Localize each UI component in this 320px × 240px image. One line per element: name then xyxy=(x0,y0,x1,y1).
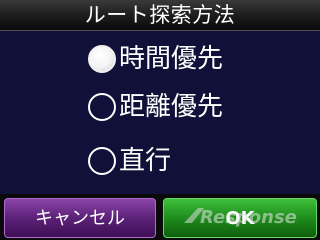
radio-unselected-icon[interactable] xyxy=(88,147,116,175)
radio-selected-icon[interactable] xyxy=(88,45,116,73)
screen-title: ルート探索方法 xyxy=(0,0,320,31)
radio-unselected-icon[interactable] xyxy=(88,93,116,121)
ok-button[interactable]: OK xyxy=(163,198,317,238)
option-label: 直行 xyxy=(119,146,172,176)
route-options-panel: 時間優先 距離優先 直行 xyxy=(0,31,320,194)
option-label: 時間優先 xyxy=(119,44,224,74)
option-time-priority[interactable]: 時間優先 xyxy=(88,42,223,76)
bottom-button-bar: キャンセル OK xyxy=(0,194,320,240)
route-search-screen: ルート探索方法 時間優先 距離優先 直行 キャンセル OK Response. xyxy=(0,0,320,240)
option-direct[interactable]: 直行 xyxy=(88,144,171,178)
option-label: 距離優先 xyxy=(119,92,224,122)
option-distance-priority[interactable]: 距離優先 xyxy=(88,90,223,124)
cancel-button[interactable]: キャンセル xyxy=(4,198,156,238)
